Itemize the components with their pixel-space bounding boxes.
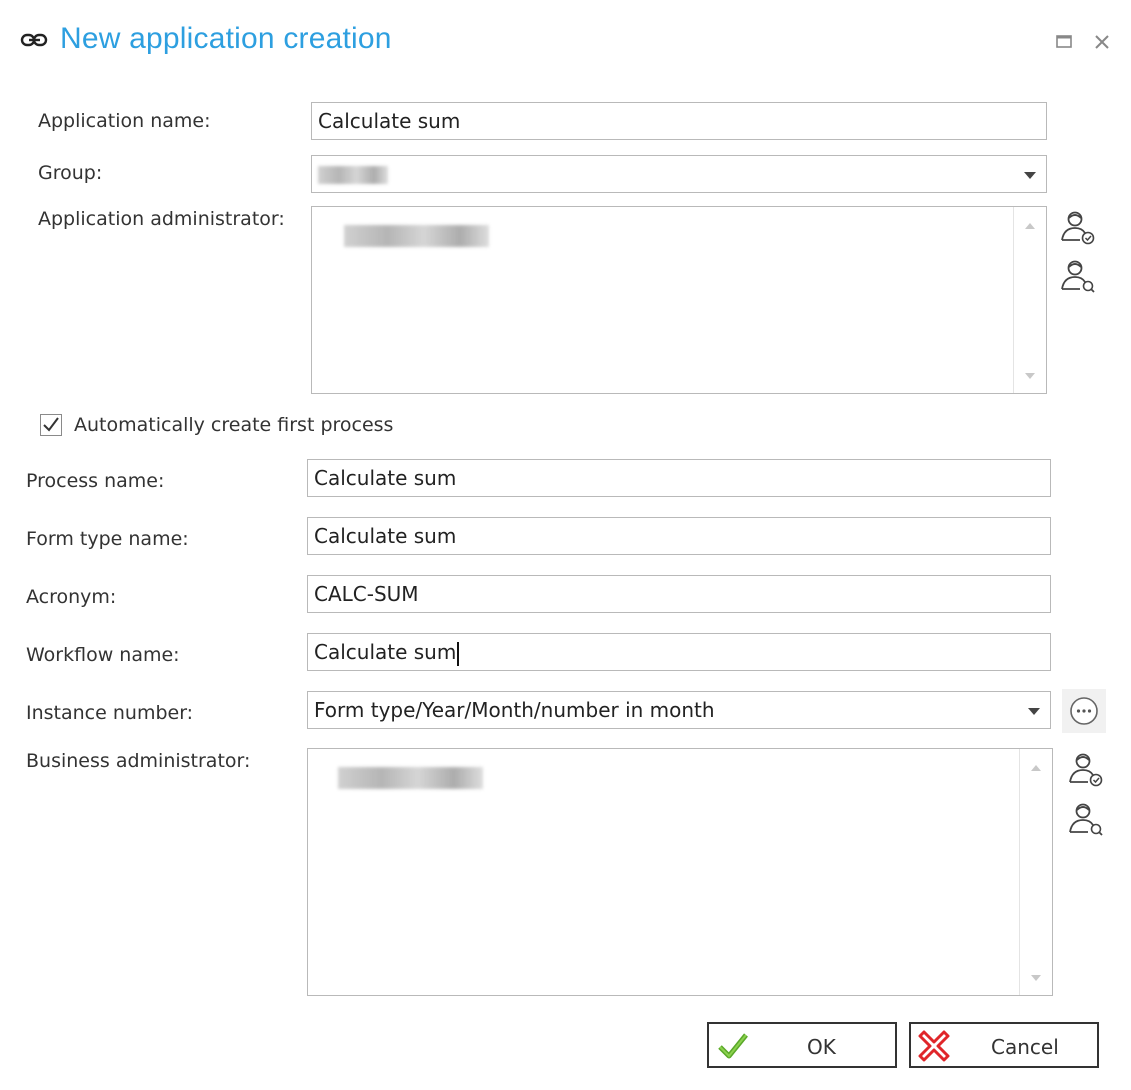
form-type-name-label: Form type name:	[26, 528, 189, 550]
process-name-input[interactable]: Calculate sum	[307, 459, 1051, 497]
scrollbar[interactable]	[1013, 207, 1046, 393]
instance-number-label: Instance number:	[26, 702, 194, 724]
scroll-up-icon[interactable]	[1025, 223, 1035, 229]
group-label: Group:	[38, 162, 103, 184]
dialog-title: New application creation	[60, 22, 392, 55]
cross-icon	[918, 1030, 950, 1062]
auto-create-checkbox[interactable]	[40, 414, 62, 436]
application-administrator-label: Application administrator:	[38, 208, 285, 230]
business-admin-entry-redacted	[338, 767, 483, 789]
application-name-label: Application name:	[38, 110, 211, 132]
text-cursor	[457, 641, 460, 666]
form-type-name-input[interactable]: Calculate sum	[307, 517, 1051, 555]
group-dropdown[interactable]	[311, 155, 1047, 193]
select-user-icon[interactable]	[1066, 750, 1106, 788]
application-name-input[interactable]: Calculate sum	[311, 102, 1047, 140]
scroll-down-icon[interactable]	[1025, 373, 1035, 379]
checkmark-icon	[43, 417, 59, 432]
more-options-icon[interactable]	[1062, 689, 1106, 733]
workflow-name-input[interactable]: Calculate sum	[307, 633, 1051, 671]
administrator-entry-redacted	[344, 225, 489, 247]
link-icon	[20, 33, 48, 47]
scroll-down-icon[interactable]	[1031, 975, 1041, 981]
application-administrator-list[interactable]	[311, 206, 1047, 394]
business-administrator-list[interactable]	[307, 748, 1053, 996]
cancel-button[interactable]: Cancel	[909, 1022, 1099, 1068]
ok-label: OK	[807, 1035, 836, 1059]
auto-create-label[interactable]: Automatically create first process	[74, 414, 393, 436]
ok-button[interactable]: OK	[707, 1022, 897, 1068]
instance-number-value: Form type/Year/Month/number in month	[314, 698, 715, 722]
acronym-label: Acronym:	[26, 586, 117, 608]
close-icon[interactable]	[1090, 30, 1114, 54]
group-value-redacted	[318, 166, 388, 184]
process-name-label: Process name:	[26, 470, 165, 492]
chevron-down-icon[interactable]	[1024, 172, 1036, 179]
chevron-down-icon[interactable]	[1028, 708, 1040, 715]
check-icon	[718, 1033, 748, 1059]
acronym-input[interactable]: CALC-SUM	[307, 575, 1051, 613]
scrollbar[interactable]	[1019, 749, 1052, 995]
maximize-icon[interactable]	[1052, 30, 1076, 54]
instance-number-dropdown[interactable]: Form type/Year/Month/number in month	[307, 691, 1051, 729]
scroll-up-icon[interactable]	[1031, 765, 1041, 771]
select-user-icon[interactable]	[1058, 208, 1098, 246]
workflow-name-value: Calculate sum	[314, 640, 457, 664]
business-administrator-label: Business administrator:	[26, 750, 251, 772]
workflow-name-label: Workflow name:	[26, 644, 180, 666]
search-user-icon[interactable]	[1066, 800, 1106, 838]
search-user-icon[interactable]	[1058, 257, 1098, 295]
cancel-label: Cancel	[991, 1035, 1059, 1059]
